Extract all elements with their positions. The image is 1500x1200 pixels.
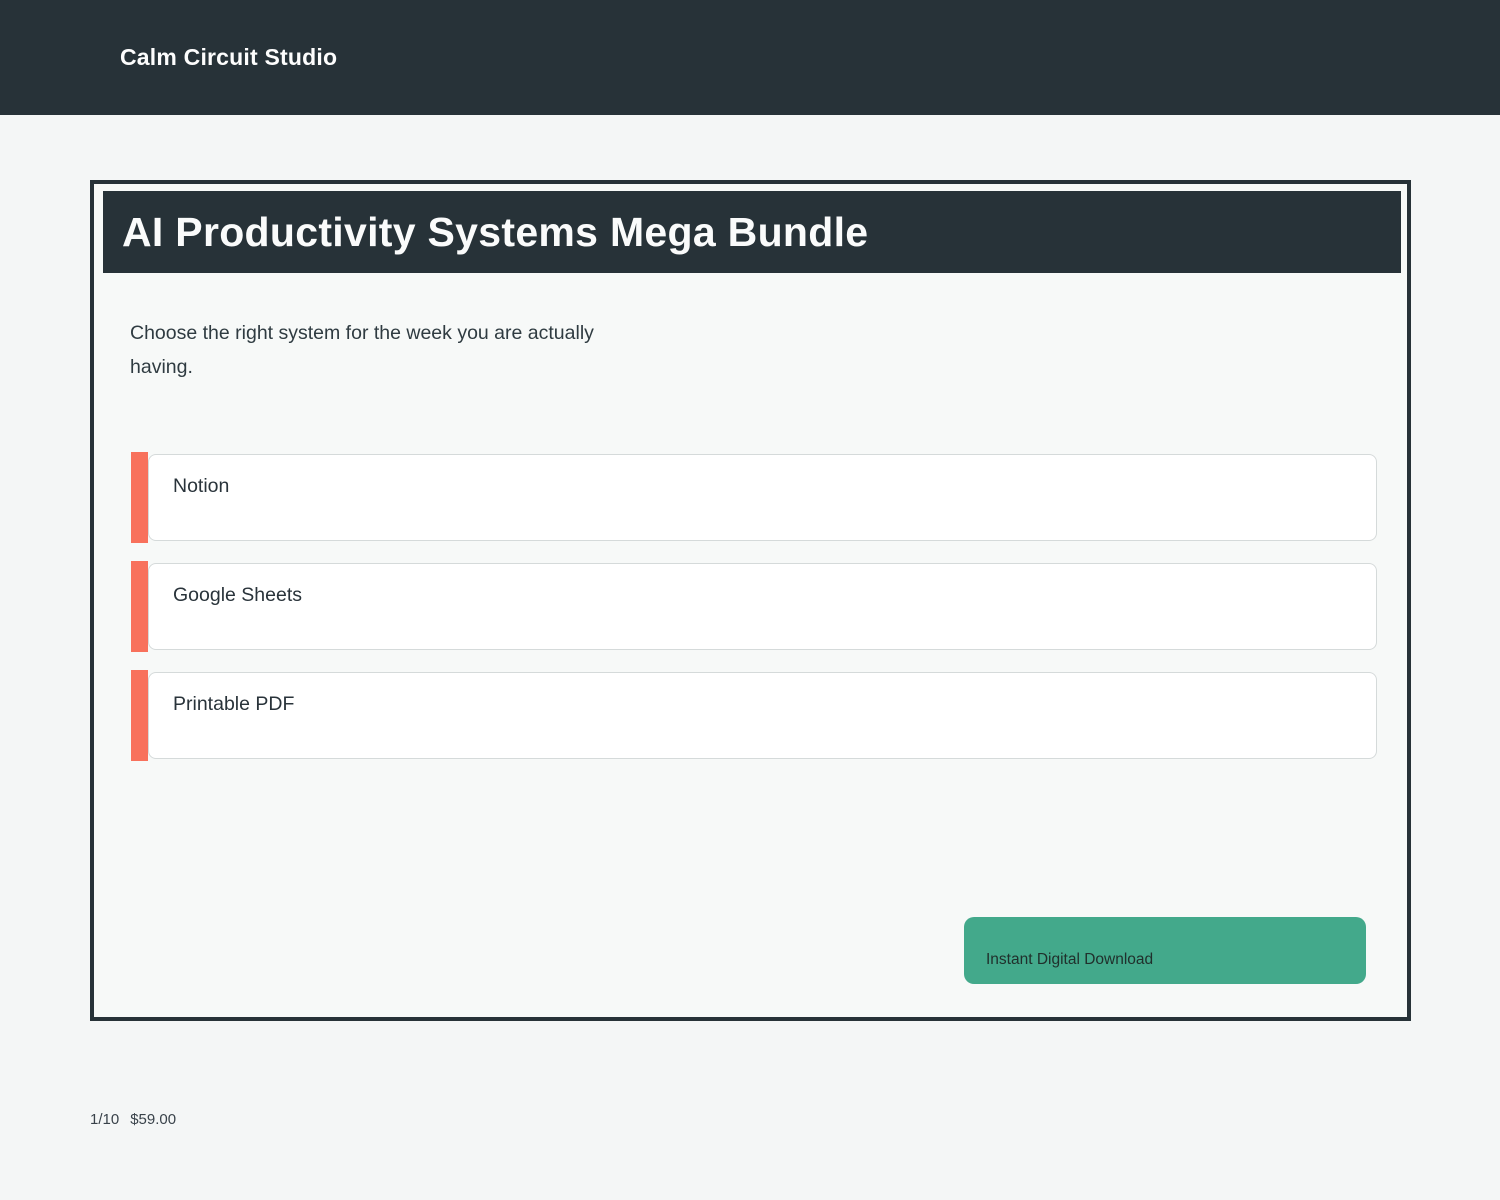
footer-meta: 1/10 $59.00 — [90, 1111, 176, 1128]
option-label: Google Sheets — [173, 584, 302, 606]
accent-bar — [131, 561, 148, 652]
option-row-google-sheets: Google Sheets — [131, 563, 1377, 650]
instant-download-button[interactable]: Instant Digital Download — [964, 917, 1366, 984]
accent-bar — [131, 670, 148, 761]
option-label: Printable PDF — [173, 693, 294, 715]
option-google-sheets[interactable]: Google Sheets — [148, 563, 1377, 650]
option-row-notion: Notion — [131, 454, 1377, 541]
accent-bar — [131, 452, 148, 543]
product-card: AI Productivity Systems Mega Bundle Choo… — [90, 180, 1411, 1021]
brand-title: Calm Circuit Studio — [120, 44, 337, 71]
product-title: AI Productivity Systems Mega Bundle — [122, 209, 868, 256]
option-notion[interactable]: Notion — [148, 454, 1377, 541]
price-label: $59.00 — [130, 1111, 176, 1128]
product-description: Choose the right system for the week you… — [130, 316, 660, 384]
option-printable-pdf[interactable]: Printable PDF — [148, 672, 1377, 759]
option-row-printable-pdf: Printable PDF — [131, 672, 1377, 759]
site-header: Calm Circuit Studio — [0, 0, 1500, 115]
instant-download-label: Instant Digital Download — [986, 951, 1153, 968]
product-title-bar: AI Productivity Systems Mega Bundle — [103, 191, 1401, 273]
option-list: Notion Google Sheets Printable PDF — [131, 454, 1377, 781]
page-indicator: 1/10 — [90, 1111, 119, 1128]
option-label: Notion — [173, 475, 229, 497]
